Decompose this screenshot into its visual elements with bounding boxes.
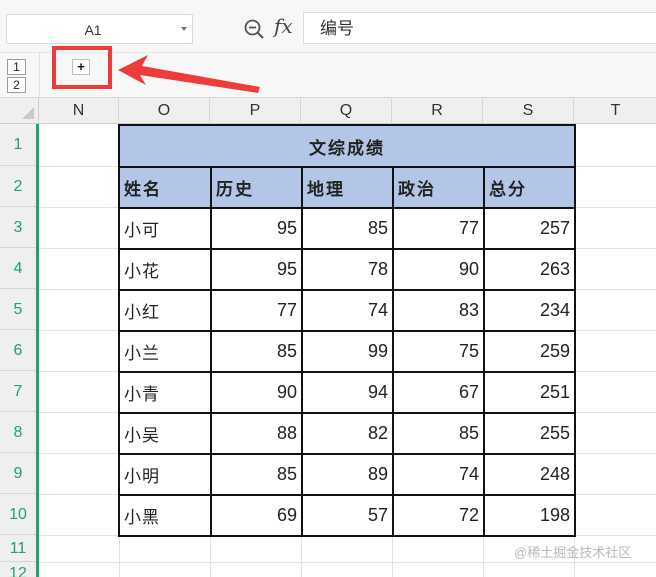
cell-geography[interactable]: 78 bbox=[301, 248, 394, 291]
gridline bbox=[39, 562, 656, 563]
column-header-p[interactable]: P bbox=[210, 98, 301, 124]
formula-bar: A1 fx 编号 bbox=[0, 0, 656, 52]
cell-name[interactable]: 小花 bbox=[118, 248, 212, 291]
formula-input[interactable]: 编号 bbox=[303, 12, 656, 44]
watermark: @稀土掘金技术社区 bbox=[514, 545, 632, 560]
cell-politics[interactable]: 85 bbox=[392, 412, 485, 455]
table-title[interactable]: 文综成绩 bbox=[118, 124, 576, 168]
cell-total[interactable]: 251 bbox=[483, 371, 576, 414]
row-header-11[interactable]: 11 bbox=[0, 535, 36, 562]
cell-geography[interactable]: 82 bbox=[301, 412, 394, 455]
row-header-3[interactable]: 3 bbox=[0, 207, 36, 248]
outline-bar: 1 2 + bbox=[0, 46, 656, 98]
cell-name[interactable]: 小青 bbox=[118, 371, 212, 414]
name-box[interactable]: A1 bbox=[6, 14, 193, 44]
table-row: 小可 95 85 77 257 bbox=[118, 207, 576, 250]
cell-history[interactable]: 95 bbox=[210, 207, 303, 250]
formula-content[interactable]: 编号 bbox=[320, 13, 354, 44]
column-header-t[interactable]: T bbox=[574, 98, 656, 124]
cell-geography[interactable]: 57 bbox=[301, 494, 394, 537]
cell-total[interactable]: 257 bbox=[483, 207, 576, 250]
table-row: 小明 85 89 74 248 bbox=[118, 453, 576, 496]
cell-history[interactable]: 85 bbox=[210, 330, 303, 373]
cell-politics[interactable]: 77 bbox=[392, 207, 485, 250]
zoom-icon[interactable] bbox=[243, 18, 265, 40]
header-politics[interactable]: 政治 bbox=[392, 166, 485, 209]
cell-history[interactable]: 77 bbox=[210, 289, 303, 332]
table-row: 小红 77 74 83 234 bbox=[118, 289, 576, 332]
header-geography[interactable]: 地理 bbox=[301, 166, 394, 209]
outline-level-1-button[interactable]: 1 bbox=[7, 59, 26, 75]
table-row: 小青 90 94 67 251 bbox=[118, 371, 576, 414]
cell-history[interactable]: 85 bbox=[210, 453, 303, 496]
cell-reference[interactable]: A1 bbox=[7, 15, 179, 45]
column-header-r[interactable]: R bbox=[392, 98, 483, 124]
cell-name[interactable]: 小吴 bbox=[118, 412, 212, 455]
cell-name[interactable]: 小黑 bbox=[118, 494, 212, 537]
column-headers: N O P Q R S T bbox=[0, 97, 656, 124]
cell-history[interactable]: 90 bbox=[210, 371, 303, 414]
highlight-box bbox=[52, 46, 112, 89]
cell-total[interactable]: 255 bbox=[483, 412, 576, 455]
cell-geography[interactable]: 89 bbox=[301, 453, 394, 496]
select-all-triangle-icon[interactable] bbox=[22, 107, 34, 119]
header-total[interactable]: 总分 bbox=[483, 166, 576, 209]
cell-politics[interactable]: 72 bbox=[392, 494, 485, 537]
cell-politics[interactable]: 83 bbox=[392, 289, 485, 332]
select-all-corner[interactable] bbox=[0, 98, 39, 124]
row-header-10[interactable]: 10 bbox=[0, 494, 36, 535]
column-header-q[interactable]: Q bbox=[301, 98, 392, 124]
cell-politics[interactable]: 74 bbox=[392, 453, 485, 496]
row-header-7[interactable]: 7 bbox=[0, 371, 36, 412]
row-header-4[interactable]: 4 bbox=[0, 248, 36, 289]
table-row: 小兰 85 99 75 259 bbox=[118, 330, 576, 373]
row-header-6[interactable]: 6 bbox=[0, 330, 36, 371]
row-header-12[interactable]: 12 bbox=[0, 562, 36, 577]
header-history[interactable]: 历史 bbox=[210, 166, 303, 209]
table-row: 小花 95 78 90 263 bbox=[118, 248, 576, 291]
cell-total[interactable]: 263 bbox=[483, 248, 576, 291]
cell-politics[interactable]: 75 bbox=[392, 330, 485, 373]
cell-geography[interactable]: 85 bbox=[301, 207, 394, 250]
row-header-2[interactable]: 2 bbox=[0, 166, 36, 207]
dropdown-caret-icon[interactable] bbox=[181, 27, 187, 31]
cell-geography[interactable]: 74 bbox=[301, 289, 394, 332]
row-header-9[interactable]: 9 bbox=[0, 453, 36, 494]
column-header-n[interactable]: N bbox=[39, 98, 119, 124]
cell-name[interactable]: 小明 bbox=[118, 453, 212, 496]
cell-total[interactable]: 198 bbox=[483, 494, 576, 537]
cell-geography[interactable]: 99 bbox=[301, 330, 394, 373]
annotation-arrow-icon bbox=[118, 55, 260, 93]
row-headers: 1 2 3 4 5 6 7 8 9 10 11 12 bbox=[0, 124, 39, 577]
fx-label[interactable]: fx bbox=[274, 14, 293, 38]
row-header-1[interactable]: 1 bbox=[0, 124, 36, 166]
column-header-o[interactable]: O bbox=[119, 98, 210, 124]
cell-total[interactable]: 248 bbox=[483, 453, 576, 496]
table-row: 小黑 69 57 72 198 bbox=[118, 494, 576, 537]
row-header-8[interactable]: 8 bbox=[0, 412, 36, 453]
cell-history[interactable]: 95 bbox=[210, 248, 303, 291]
cell-name[interactable]: 小兰 bbox=[118, 330, 212, 373]
outline-divider bbox=[39, 53, 40, 98]
outline-level-2-button[interactable]: 2 bbox=[7, 77, 26, 93]
row-header-5[interactable]: 5 bbox=[0, 289, 36, 330]
cell-politics[interactable]: 90 bbox=[392, 248, 485, 291]
table-header-row: 姓名 历史 地理 政治 总分 bbox=[118, 166, 576, 209]
cell-name[interactable]: 小可 bbox=[118, 207, 212, 250]
cell-history[interactable]: 88 bbox=[210, 412, 303, 455]
table-row: 小吴 88 82 85 255 bbox=[118, 412, 576, 455]
cell-total[interactable]: 259 bbox=[483, 330, 576, 373]
score-table: 文综成绩 姓名 历史 地理 政治 总分 小可 95 85 77 257 小花 9… bbox=[118, 124, 576, 537]
cell-history[interactable]: 69 bbox=[210, 494, 303, 537]
cell-geography[interactable]: 94 bbox=[301, 371, 394, 414]
cell-name[interactable]: 小红 bbox=[118, 289, 212, 332]
cell-politics[interactable]: 67 bbox=[392, 371, 485, 414]
table-title-row: 文综成绩 bbox=[118, 124, 576, 168]
cell-total[interactable]: 234 bbox=[483, 289, 576, 332]
header-name[interactable]: 姓名 bbox=[118, 166, 212, 209]
column-header-s[interactable]: S bbox=[483, 98, 574, 124]
